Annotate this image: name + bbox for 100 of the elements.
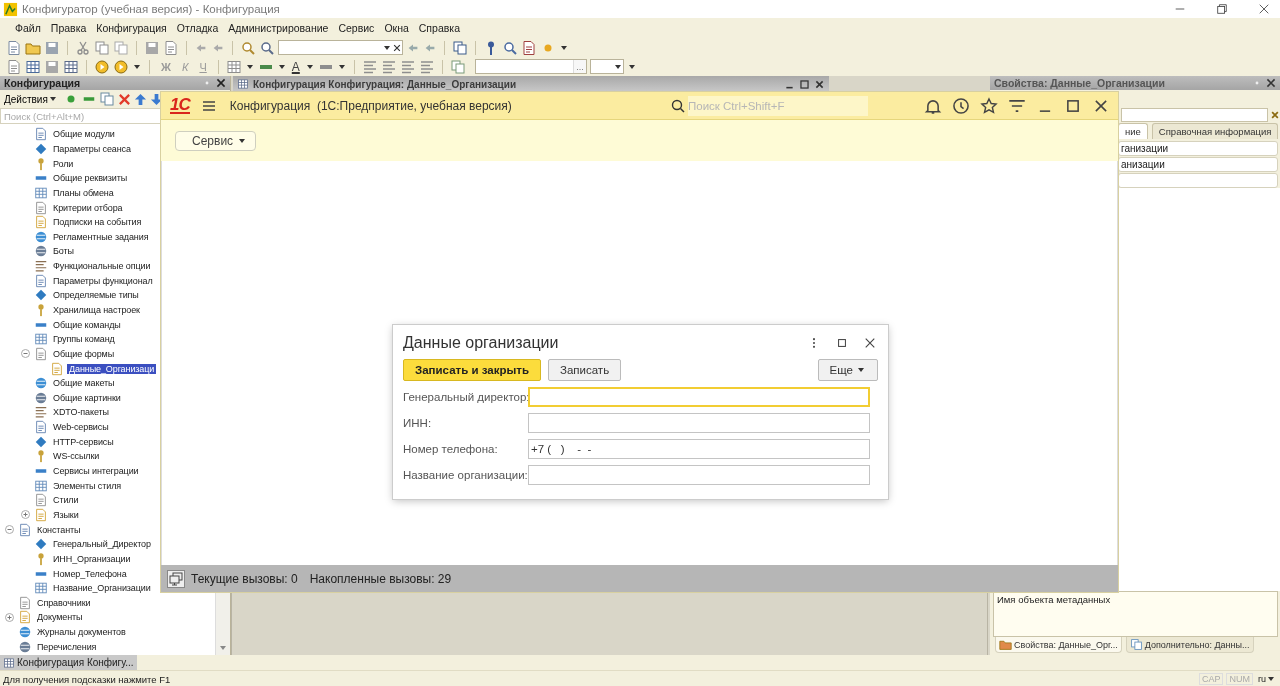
tree-item[interactable]: Документы xyxy=(35,612,85,623)
tree-item[interactable]: Группы команд xyxy=(51,334,117,345)
close-icon[interactable] xyxy=(1258,3,1270,15)
tree-item[interactable]: Общие модули xyxy=(51,129,117,140)
tree-item[interactable]: Справочники xyxy=(35,597,93,608)
tree-item[interactable]: XDTO-пакеты xyxy=(51,407,111,418)
document-icon[interactable] xyxy=(6,58,22,75)
tree-item[interactable]: Сервисы интеграции xyxy=(51,466,141,477)
caret-icon[interactable] xyxy=(338,64,345,69)
property-field[interactable] xyxy=(1118,173,1278,188)
tree-item[interactable]: Хранилища настроек xyxy=(51,305,142,315)
select-button[interactable]: ... xyxy=(573,60,586,73)
taskbar-item[interactable]: Конфигурация Конфигу... xyxy=(0,655,137,670)
close-icon[interactable] xyxy=(864,337,876,349)
caret-icon[interactable] xyxy=(858,368,864,372)
caret-icon[interactable] xyxy=(246,64,253,69)
tree-item[interactable]: ИНН_Организации xyxy=(51,553,133,564)
language-selector[interactable]: ru xyxy=(1256,674,1280,684)
input-field[interactable] xyxy=(528,413,870,433)
windows-icon[interactable] xyxy=(452,39,468,56)
tree-item[interactable]: Название_Организации xyxy=(51,583,153,594)
caret-icon[interactable] xyxy=(306,64,313,69)
save-and-close-button[interactable]: Записать и закрыть xyxy=(403,359,541,381)
tree-item[interactable]: Регламентные задания xyxy=(51,231,151,242)
tree-item[interactable]: Общие команды xyxy=(51,319,123,330)
tree-item[interactable]: Критерии отбора xyxy=(51,202,125,213)
caret-icon[interactable] xyxy=(561,45,567,50)
tree-item[interactable]: Роли xyxy=(51,158,76,169)
clear-icon[interactable] xyxy=(392,42,402,53)
caret-icon[interactable] xyxy=(278,64,285,69)
input-field[interactable] xyxy=(528,465,870,485)
tree-item[interactable]: Web-сервисы xyxy=(51,422,111,433)
font-color-button[interactable]: A xyxy=(289,59,302,74)
tree-item[interactable]: Журналы документов xyxy=(35,627,128,638)
align-center-icon[interactable] xyxy=(380,58,397,75)
tree-item[interactable]: Общие реквизиты xyxy=(51,173,130,184)
tree-item[interactable]: Боты xyxy=(51,246,76,257)
scissors-icon[interactable] xyxy=(75,39,91,56)
menu-item[interactable]: Сервис xyxy=(333,22,380,34)
tree-item[interactable]: Подписки на события xyxy=(51,217,144,228)
expand-icon[interactable] xyxy=(4,612,14,622)
tab[interactable]: ние xyxy=(1118,123,1148,139)
menu-icon[interactable] xyxy=(201,98,216,113)
search-icon[interactable] xyxy=(259,39,275,56)
input-field[interactable]: ... xyxy=(474,59,587,74)
tree-item[interactable]: Общие картинки xyxy=(51,392,123,403)
form-icon[interactable] xyxy=(25,58,41,75)
tree-item[interactable]: Перечисления xyxy=(35,641,99,652)
collapse-icon[interactable] xyxy=(4,525,14,535)
tree-item[interactable]: Стили xyxy=(51,495,81,506)
restore-icon[interactable] xyxy=(1216,3,1228,15)
actions-menu[interactable]: Действия xyxy=(2,93,60,105)
play-icon[interactable] xyxy=(94,58,110,75)
tab[interactable]: Свойства: Данные_Орг... xyxy=(995,637,1122,653)
align-left-icon[interactable] xyxy=(361,58,378,75)
close-icon[interactable] xyxy=(216,78,226,88)
star-icon[interactable] xyxy=(980,96,998,115)
tree-item[interactable]: Константы xyxy=(35,524,83,535)
move-up-icon[interactable] xyxy=(133,92,147,106)
history-icon[interactable] xyxy=(952,96,970,115)
play-icon[interactable] xyxy=(113,58,129,75)
input-field[interactable]: +7 ( ) - - xyxy=(528,439,870,459)
property-field[interactable]: анизации xyxy=(1118,157,1278,172)
more-button[interactable]: Еще xyxy=(817,359,878,381)
preview-icon[interactable] xyxy=(163,39,179,56)
expand-icon[interactable] xyxy=(20,510,30,520)
copy-icon[interactable] xyxy=(98,91,115,107)
tree-item[interactable]: Параметры сеанса xyxy=(51,143,133,154)
monitor-icon[interactable] xyxy=(167,569,185,588)
tree-item[interactable]: Генеральный_Директор xyxy=(51,539,153,550)
tree-item[interactable]: HTTP-сервисы xyxy=(51,436,116,447)
tab[interactable]: Дополнительно: Данны... xyxy=(1125,637,1254,653)
copy-icon[interactable] xyxy=(94,39,110,56)
tree-item[interactable]: Планы обмена xyxy=(51,187,116,198)
menu-item[interactable]: Справка xyxy=(413,22,465,34)
tree-item[interactable]: Определяемые типы xyxy=(51,290,141,301)
menu-item[interactable]: Конфигурация xyxy=(91,22,172,34)
panel-icon[interactable] xyxy=(63,58,79,75)
justify-icon[interactable] xyxy=(418,58,435,75)
service-menu-button[interactable]: Сервис xyxy=(175,130,257,151)
document-icon[interactable] xyxy=(6,39,22,56)
caret-icon[interactable] xyxy=(134,64,140,69)
collapse-icon[interactable] xyxy=(20,349,30,359)
maximize-icon[interactable] xyxy=(799,78,810,90)
property-field[interactable]: ганизации xyxy=(1118,141,1278,156)
menu-item[interactable]: Файл xyxy=(10,22,46,34)
tree-item[interactable]: Параметры функционал xyxy=(51,275,155,286)
help-icon[interactable] xyxy=(502,39,518,56)
find-icon[interactable] xyxy=(240,39,256,56)
tree-item[interactable]: Элементы стиля xyxy=(51,480,124,491)
caret-icon[interactable] xyxy=(384,45,390,50)
tree-item[interactable]: Номер_Телефона xyxy=(51,568,129,579)
search-field[interactable] xyxy=(1121,108,1268,122)
tree-item[interactable]: Языки xyxy=(51,509,81,520)
tree-item[interactable]: Данные_Организаци xyxy=(67,363,157,374)
close-icon[interactable] xyxy=(814,78,825,90)
caret-icon[interactable] xyxy=(1268,677,1274,681)
tree-item[interactable]: Функциональные опции xyxy=(51,261,153,272)
close-icon[interactable] xyxy=(1266,78,1276,88)
maximize-icon[interactable] xyxy=(836,337,848,349)
